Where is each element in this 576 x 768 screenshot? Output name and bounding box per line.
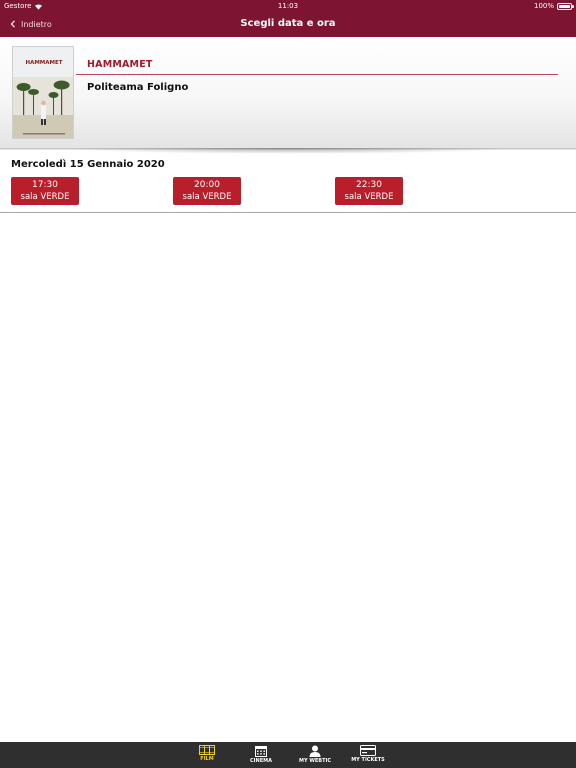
showtime-button-2[interactable]: 20:00 sala VERDE <box>173 177 241 205</box>
ticket-icon <box>360 745 376 756</box>
showtime-time: 22:30 <box>356 180 382 190</box>
cinema-name: Politeama Foligno <box>87 82 189 93</box>
status-time: 11:03 <box>277 2 299 10</box>
film-title: HAMMAMET <box>87 59 153 70</box>
battery-info: 100% <box>533 0 574 12</box>
tab-my-webtic[interactable]: MY WEBTIC <box>289 742 341 768</box>
header-shadow <box>60 148 516 154</box>
navigation-bar: Indietro Scegli data e ora <box>0 12 576 37</box>
title-divider <box>76 74 558 75</box>
film-poster: HAMMAMET <box>12 46 74 139</box>
tab-film[interactable]: FILM <box>181 742 233 768</box>
tab-my-tickets[interactable]: MY TICKETS <box>342 742 394 768</box>
battery-icon <box>557 2 574 10</box>
show-date: Mercoledì 15 Gennaio 2020 <box>11 159 165 170</box>
list-divider <box>0 212 576 213</box>
page-title: Scegli data e ora <box>240 18 336 29</box>
tab-bar: FILM CINEMA MY WEBTIC MY TICKETS <box>0 742 576 768</box>
calendar-icon <box>255 746 267 757</box>
battery-percent: 100% <box>533 2 554 10</box>
user-icon <box>309 745 321 757</box>
tab-cinema[interactable]: CINEMA <box>235 742 287 768</box>
showtime-button-1[interactable]: 17:30 sala VERDE <box>11 177 79 205</box>
showtime-button-3[interactable]: 22:30 sala VERDE <box>335 177 403 205</box>
showtime-time: 17:30 <box>32 180 58 190</box>
top-bar: Gestore 11:03 100% Indietro Scegli data … <box>0 0 576 37</box>
tab-label: MY WEBTIC <box>298 758 332 764</box>
showtime-room: sala VERDE <box>20 192 70 202</box>
tab-label: FILM <box>200 756 214 762</box>
poster-title: HAMMAMET <box>25 60 62 66</box>
showtime-time: 20:00 <box>194 180 220 190</box>
film-header: HAMMAMET HAMMAMET Politeama Foligno <box>0 37 576 150</box>
showtime-room: sala VERDE <box>344 192 394 202</box>
tab-label: MY TICKETS <box>351 757 385 763</box>
tab-label: CINEMA <box>250 758 272 764</box>
film-icon <box>199 745 215 755</box>
status-bar: Gestore 11:03 100% <box>0 0 576 12</box>
showtime-room: sala VERDE <box>182 192 232 202</box>
